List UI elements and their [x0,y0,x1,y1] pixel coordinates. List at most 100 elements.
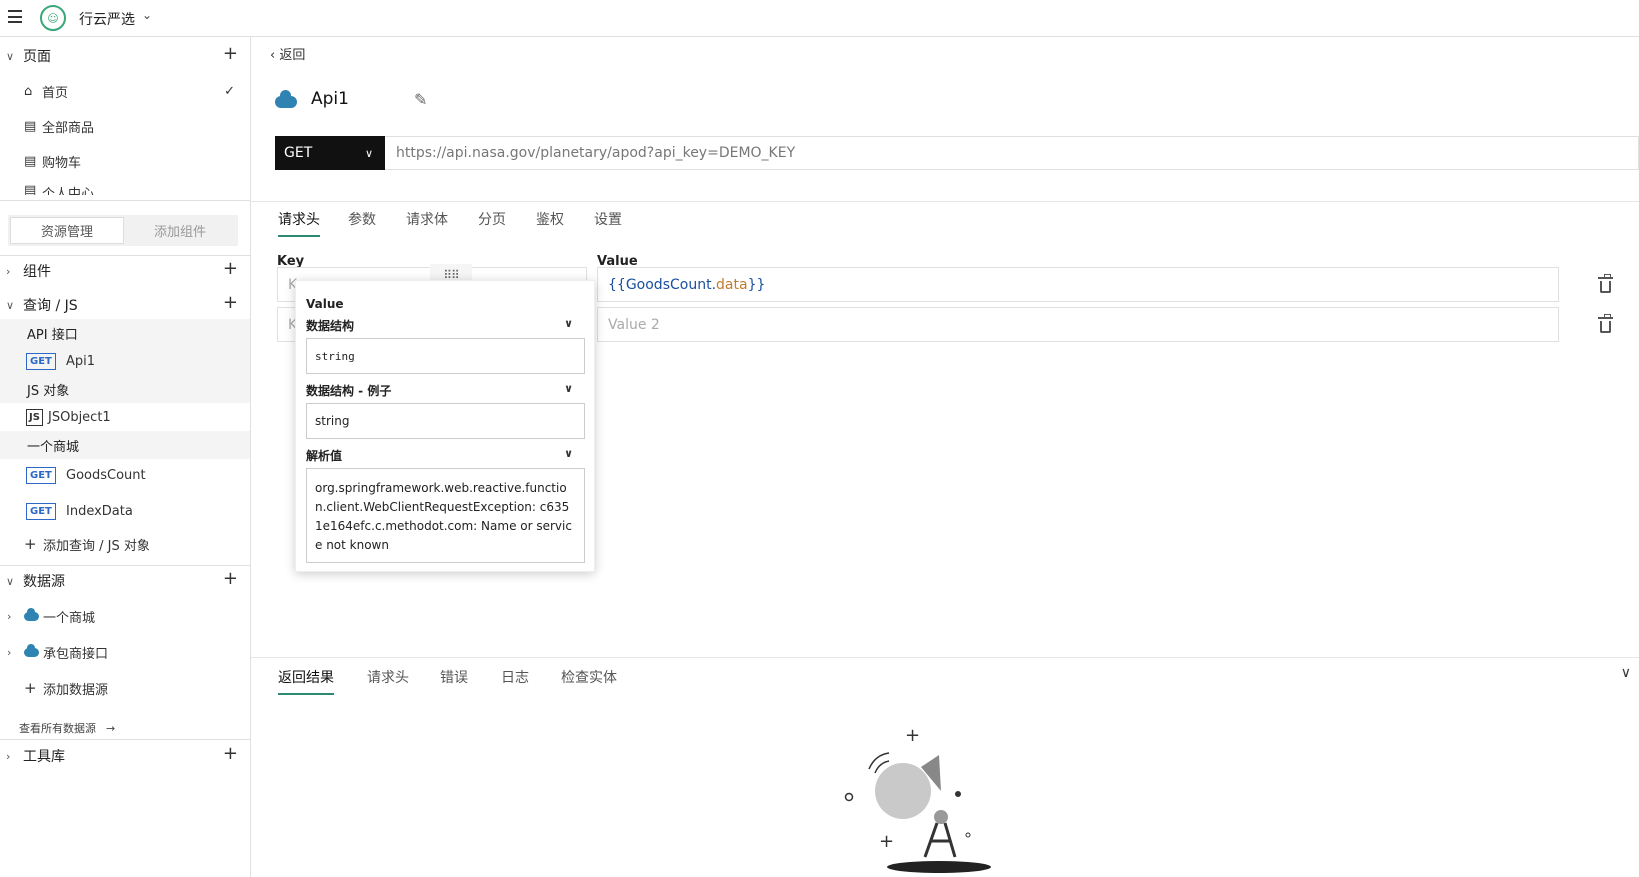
datasource-item[interactable]: › 一个商城 [0,600,250,632]
example-label: 数据结构 - 例子 [306,384,392,398]
tab-auth[interactable]: 鉴权 [536,209,564,235]
tab-response-headers[interactable]: 请求头 [367,667,409,693]
query-item-goodscount[interactable]: GET GoodsCount [0,459,250,491]
tab-pagination[interactable]: 分页 [478,209,506,235]
sidebar-item-home[interactable]: ⌂ 首页 ✓ [0,75,250,107]
example-value: string [306,403,585,439]
app-name[interactable]: 行云严选 [79,9,135,29]
plus-icon: + [24,535,37,553]
tab-headers[interactable]: 请求头 [278,209,320,237]
sidebar-item-cart[interactable]: ▤ 购物车 [0,145,250,177]
tab-response-errors[interactable]: 错误 [440,667,468,693]
tab-body[interactable]: 请求体 [406,209,448,235]
add-datasource-label: 添加数据源 [43,682,109,698]
tab-params[interactable]: 参数 [348,209,376,235]
group-js[interactable]: JS 对象 [0,375,250,403]
back-link[interactable]: ‹ 返回 [270,44,305,63]
add-widget-toggle-button[interactable]: 添加组件 [124,217,236,244]
chevron-right-icon[interactable]: › [6,265,10,278]
query-item-api1[interactable]: GET Api1 [0,347,250,375]
value-input[interactable]: Value 2 [597,307,1559,342]
table-icon: ▤ [24,183,37,195]
add-query-icon[interactable]: + [223,292,238,313]
datasources-section-header[interactable]: ∨ 数据源 + [0,566,250,596]
group-shop[interactable]: 一个商城 [0,431,250,459]
query-name: Api1 [66,353,96,369]
tab-response-logs[interactable]: 日志 [501,667,529,693]
chevron-down-icon[interactable]: ∨ [6,575,14,588]
api-name[interactable]: Api1 [311,89,349,109]
chevron-left-icon: ‹ [270,48,280,63]
page-label: 购物车 [42,155,82,171]
chevron-down-icon[interactable]: ∨ [564,447,573,460]
chevron-down-icon[interactable]: ∨ [564,382,573,395]
datasource-item[interactable]: › 承包商接口 [0,636,250,668]
query-item-indexdata[interactable]: GET IndexData [0,495,250,527]
library-section-header[interactable]: › 工具库 + [0,741,250,771]
sidebar-mode-toggle: 资源管理 添加组件 [8,215,238,246]
hamburger-menu-icon[interactable] [8,10,22,23]
datasources-title: 数据源 [23,574,65,590]
evaluated-label: 解析值 [306,449,343,463]
delete-icon[interactable] [1598,274,1613,293]
plus-icon: + [24,679,37,697]
url-input[interactable]: https://api.nasa.gov/planetary/apod?api_… [385,136,1639,170]
sidebar-item-profile[interactable]: ▤ 个人中心 [0,177,250,195]
table-icon: ▤ [24,153,37,169]
svg-text:+: + [905,725,920,746]
cloud-icon [275,90,297,108]
add-datasource-icon[interactable]: + [223,568,238,589]
add-page-icon[interactable]: + [223,43,238,64]
widgets-section-header[interactable]: › 组件 + [0,256,250,286]
sidebar-item-all-products[interactable]: ▤ 全部商品 [0,110,250,142]
back-label: 返回 [279,48,306,63]
group-api[interactable]: API 接口 [0,319,250,347]
add-library-icon[interactable]: + [223,743,238,764]
cloud-icon [24,643,39,657]
example-section-header[interactable]: 数据结构 - 例子 ∨ [306,382,585,399]
binding-object: GoodsCount. [625,276,717,293]
add-widget-icon[interactable]: + [223,258,238,279]
evaluated-section-header[interactable]: 解析值 ∨ [306,447,585,464]
chevron-right-icon[interactable]: › [7,646,11,659]
add-datasource-button[interactable]: + 添加数据源 [0,673,250,703]
chevron-down-icon[interactable]: ∨ [6,50,14,63]
js-badge: JS [26,408,43,426]
chevron-down-icon[interactable]: ⌄ [142,8,152,22]
chevron-down-icon: ∨ [364,146,373,160]
pencil-icon[interactable]: ✎ [414,90,427,109]
app-logo: ☺ [40,5,66,31]
tab-response-inspect[interactable]: 检查实体 [561,667,617,693]
group-label: 一个商城 [27,439,80,455]
divider [0,739,250,740]
svg-text:+: + [879,831,894,852]
method-value: GET [284,145,313,161]
value-input[interactable]: {{GoodsCount. data}} [597,267,1559,302]
queries-section-header[interactable]: ∨ 查询 / JS + [0,290,250,320]
pages-section-header[interactable]: ∨ 页面 + [0,41,250,71]
query-item-jsobject[interactable]: JS JSObject1 [0,403,250,431]
chevron-right-icon[interactable]: › [6,750,10,763]
page-label: 全部商品 [42,120,95,136]
tab-response-result[interactable]: 返回结果 [278,667,334,695]
chevron-right-icon[interactable]: › [7,610,11,623]
chevron-down-icon[interactable]: ∨ [1621,665,1631,681]
resources-toggle-button[interactable]: 资源管理 [10,217,124,244]
top-bar: ☺ 行云严选 ⌄ [0,0,1639,37]
chevron-down-icon[interactable]: ∨ [6,299,14,312]
schema-section-header[interactable]: 数据结构 ∨ [306,317,585,334]
chevron-down-icon[interactable]: ∨ [564,317,573,330]
method-select[interactable]: GET ∨ [275,136,385,170]
response-pane-divider [251,657,1639,658]
page-label: 个人中心 [42,187,95,195]
add-query-button[interactable]: + 添加查询 / JS 对象 [0,529,250,559]
delete-icon[interactable] [1598,314,1613,333]
get-method-badge: GET [26,352,56,370]
tab-settings[interactable]: 设置 [594,209,622,235]
see-all-datasources-link[interactable]: 查看所有数据源 → [19,720,115,736]
binding-open: {{ [608,276,626,293]
binding-property: data [716,276,748,293]
group-label: JS 对象 [27,383,70,399]
widgets-title: 组件 [23,264,51,280]
queries-title: 查询 / JS [23,298,78,314]
